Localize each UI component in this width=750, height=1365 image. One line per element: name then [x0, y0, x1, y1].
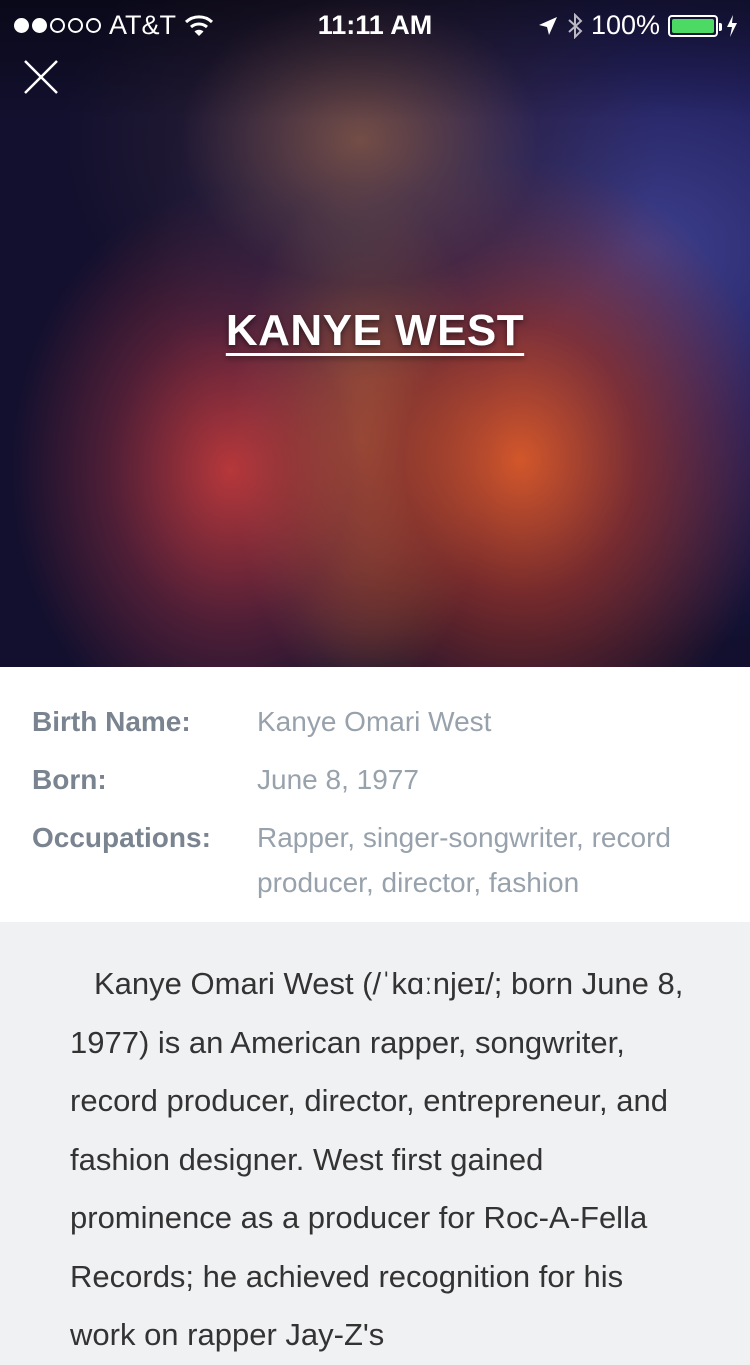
battery-icon — [668, 14, 722, 37]
page-title-wrap: KANYE WEST — [0, 306, 750, 356]
status-right: 100% — [537, 10, 738, 41]
detail-label: Born: — [32, 764, 107, 795]
detail-value: June 8, 1977 — [257, 764, 419, 795]
bio-paragraph: Kanye Omari West (/ˈkɑːnjeɪ/; born June … — [70, 966, 684, 1352]
charging-bolt-icon — [727, 14, 737, 37]
detail-value: Rapper, singer-songwriter, record produc… — [257, 822, 671, 898]
battery-percent: 100% — [590, 10, 660, 40]
bluetooth-icon — [568, 12, 583, 39]
page-title: KANYE WEST — [225, 306, 525, 355]
status-bar: AT&T 11:11 AM 100% — [0, 0, 750, 50]
detail-label: Birth Name: — [32, 706, 191, 737]
details-panel: Birth Name: Kanye Omari West Born: June … — [0, 667, 750, 922]
location-arrow-icon — [538, 16, 557, 35]
close-icon[interactable] — [22, 58, 60, 96]
detail-label: Occupations: — [32, 822, 211, 853]
detail-value: Kanye Omari West — [257, 706, 492, 737]
